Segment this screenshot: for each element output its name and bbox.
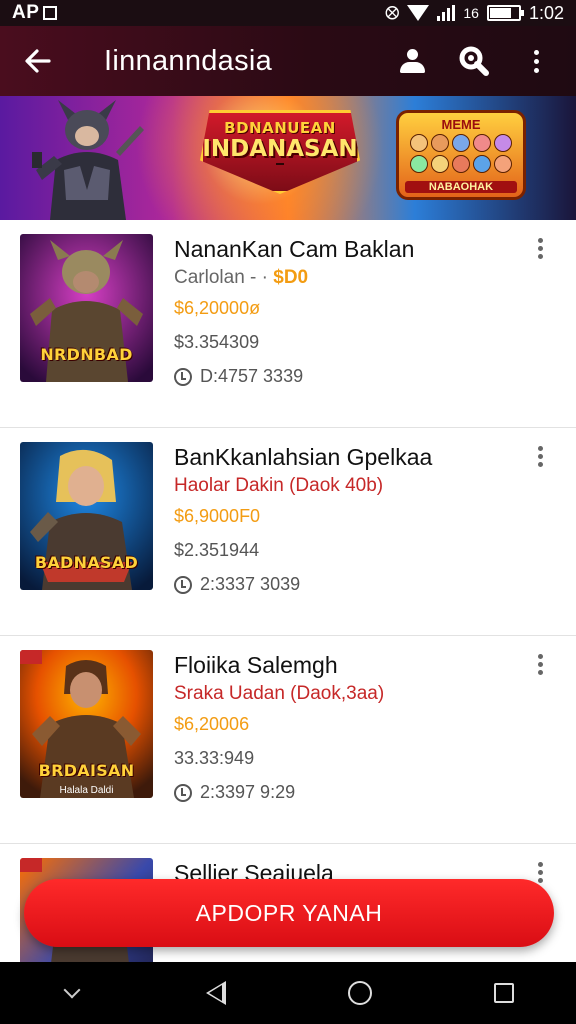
item-meta: $3.354309 bbox=[174, 332, 260, 352]
account-button[interactable] bbox=[392, 41, 432, 81]
banner-group-title: MEME bbox=[441, 117, 481, 132]
notification-icon bbox=[43, 6, 58, 20]
banner-faces bbox=[403, 134, 519, 173]
item-subtitle: Sraka Uadan (Daok,3aa) bbox=[174, 683, 384, 705]
battery-label: 16 bbox=[463, 5, 479, 21]
item-thumbnail: BRDAISAN Halala Daldi bbox=[20, 650, 153, 798]
item-title[interactable]: BanKkanlahsian Gpelkaa bbox=[174, 444, 432, 471]
banner-logo-tagline bbox=[276, 163, 284, 165]
more-options-button[interactable] bbox=[516, 41, 556, 81]
item-time-text: D:4757 3339 bbox=[200, 366, 304, 386]
home-circle-icon bbox=[348, 981, 372, 1005]
thumbnail-title: BADNASAD bbox=[34, 553, 139, 572]
item-subtitle: Haolar Dakin (Daok 40b) bbox=[174, 475, 383, 497]
chevron-down-icon bbox=[63, 981, 81, 999]
recents-square-icon bbox=[494, 983, 514, 1003]
thumbnail-subtitle: Halala Daldi bbox=[59, 785, 114, 796]
item-meta: $2.351944 bbox=[174, 540, 260, 560]
banner-group-label: NABAOHAK bbox=[405, 181, 517, 193]
item-subtitle-price: $D0 bbox=[273, 267, 309, 288]
back-button[interactable] bbox=[14, 37, 62, 85]
item-time-text: 2:3337 3039 bbox=[200, 574, 301, 594]
list-item[interactable]: BADNASAD BanKkanlahsian Gpelkaa Haolar D… bbox=[0, 428, 576, 636]
signal-icon bbox=[437, 5, 456, 21]
item-more-button[interactable] bbox=[528, 654, 552, 682]
list-item[interactable]: NRDNBAD NananKan Cam Baklan Carlolan - ·… bbox=[0, 220, 576, 428]
thumbnail-title: NRDNBAD bbox=[40, 345, 133, 364]
hero-character-image bbox=[32, 100, 144, 220]
nav-hide-keyboard-button[interactable] bbox=[42, 968, 102, 1018]
person-icon bbox=[399, 49, 425, 73]
back-triangle-icon bbox=[206, 981, 226, 1005]
list-item[interactable]: BRDAISAN Halala Daldi Floiika Salemgh Sr… bbox=[0, 636, 576, 844]
search-icon bbox=[459, 46, 489, 76]
item-time-text: 2:3397 9:29 bbox=[200, 782, 296, 802]
status-bar: AP ⭙ 16 1:02 bbox=[0, 0, 576, 26]
banner-logo-title: INDANASAN bbox=[202, 136, 358, 162]
item-time: D:4757 3339 bbox=[174, 366, 303, 387]
item-subtitle-text: Sraka Uadan (Daok,3aa) bbox=[174, 683, 385, 704]
item-time: 2:3337 3039 bbox=[174, 574, 300, 595]
page-title: Iinnanndasia bbox=[104, 44, 273, 77]
item-subtitle-text: Carlolan - · bbox=[174, 267, 268, 288]
item-price: $6,9000F0 bbox=[174, 506, 261, 526]
item-price: $6,20000ø bbox=[174, 298, 261, 318]
item-subtitle-text: Haolar Dakin (Daok 40b) bbox=[174, 475, 384, 496]
item-title[interactable]: Floiika Salemgh bbox=[174, 652, 338, 679]
item-title[interactable]: NananKan Cam Baklan bbox=[174, 236, 414, 263]
item-thumbnail: NRDNBAD bbox=[20, 234, 153, 382]
status-carrier: AP bbox=[12, 2, 40, 23]
banner-character-group: MEME NABAOHAK bbox=[396, 110, 526, 200]
nav-recents-button[interactable] bbox=[474, 968, 534, 1018]
clock-icon bbox=[174, 575, 192, 594]
nav-back-button[interactable] bbox=[186, 968, 246, 1018]
item-meta: 33.33:949 bbox=[174, 748, 255, 768]
item-more-button[interactable] bbox=[528, 238, 552, 266]
item-price: $6,20006 bbox=[174, 714, 250, 734]
wifi-icon bbox=[407, 5, 430, 21]
search-button[interactable] bbox=[454, 41, 494, 81]
item-thumbnail: BADNASAD bbox=[20, 442, 153, 590]
banner-logo-top: BDNANUEAN bbox=[224, 119, 336, 137]
status-time: 1:02 bbox=[528, 2, 564, 23]
status-left: AP bbox=[12, 2, 58, 24]
system-nav-bar bbox=[0, 962, 576, 1024]
clock-icon bbox=[174, 367, 192, 386]
banner-logo: BDNANUEAN INDANASAN bbox=[200, 110, 360, 194]
vibrate-icon: ⭙ bbox=[385, 2, 400, 23]
more-vert-icon bbox=[533, 49, 539, 73]
primary-action-button[interactable]: APDOPR YANAH bbox=[24, 879, 554, 947]
battery-icon bbox=[486, 5, 524, 21]
app-bar: Iinnanndasia bbox=[0, 26, 576, 96]
clock-icon bbox=[174, 783, 192, 802]
item-time: 2:3397 9:29 bbox=[174, 782, 295, 803]
arrow-left-icon bbox=[25, 49, 51, 73]
thumbnail-title: BRDAISAN bbox=[38, 761, 135, 780]
status-right: ⭙ 16 1:02 bbox=[385, 3, 564, 24]
promo-banner[interactable]: BDNANUEAN INDANASAN MEME NABAOHAK bbox=[0, 96, 576, 220]
nav-home-button[interactable] bbox=[330, 968, 390, 1018]
item-subtitle: Carlolan - · $D0 bbox=[174, 267, 308, 289]
item-more-button[interactable] bbox=[528, 446, 552, 474]
app-bar-actions bbox=[392, 41, 556, 81]
